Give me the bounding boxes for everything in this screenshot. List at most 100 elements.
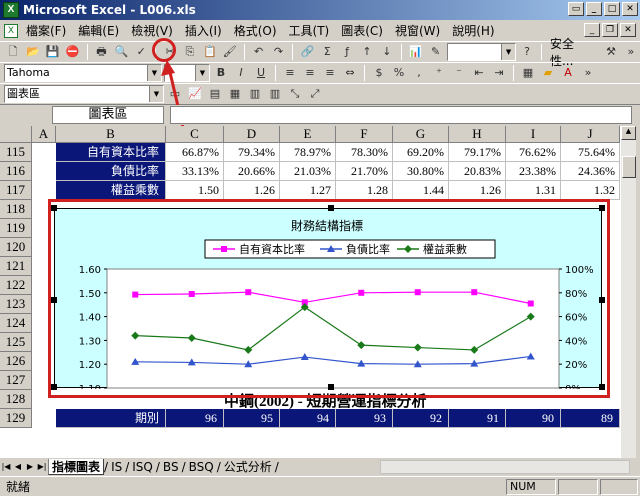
selection-handle[interactable] bbox=[51, 384, 57, 390]
by-column-icon[interactable]: ▥ bbox=[266, 85, 284, 103]
data-cell[interactable]: 1.26 bbox=[224, 181, 280, 200]
row-header[interactable]: 121 bbox=[0, 257, 32, 276]
data-cell[interactable]: 78.97% bbox=[280, 143, 336, 162]
function-icon[interactable]: ƒ bbox=[338, 43, 356, 61]
column-header[interactable]: J bbox=[561, 126, 620, 143]
decrease-indent-icon[interactable]: ⇤ bbox=[470, 64, 488, 82]
data-cell[interactable]: 1.26 bbox=[449, 181, 506, 200]
data-cell[interactable]: 1.50 bbox=[166, 181, 224, 200]
scroll-up-button[interactable]: ▲ bbox=[621, 126, 636, 140]
data-cell[interactable]: 1.44 bbox=[393, 181, 449, 200]
row-label-cell[interactable]: 權益乘數 bbox=[56, 181, 166, 200]
row-header[interactable]: 117 bbox=[0, 181, 32, 200]
chart-object-combo[interactable]: 圖表區 ▼ bbox=[4, 85, 164, 103]
doc-restore-button[interactable]: ❐ bbox=[602, 23, 618, 37]
menu-help[interactable]: 說明(H) bbox=[446, 22, 500, 39]
row-label-cell[interactable]: 自有資本比率 bbox=[56, 143, 166, 162]
data-cell[interactable]: 78.30% bbox=[336, 143, 393, 162]
row-header[interactable]: 123 bbox=[0, 295, 32, 314]
align-left-icon[interactable]: ≡ bbox=[281, 64, 299, 82]
data-cell[interactable]: 33.13% bbox=[166, 162, 224, 181]
column-header[interactable]: A bbox=[32, 126, 56, 143]
copy-icon[interactable]: ⎘ bbox=[181, 43, 199, 61]
hyperlink-icon[interactable]: 🔗 bbox=[298, 43, 316, 61]
row-label-cell[interactable]: 負債比率 bbox=[56, 162, 166, 181]
help-icon[interactable]: ? bbox=[518, 43, 536, 61]
period-label-cell[interactable]: 期別 bbox=[56, 409, 166, 428]
open-icon[interactable]: 📂 bbox=[24, 43, 42, 61]
data-cell[interactable]: 30.80% bbox=[393, 162, 449, 181]
row-header[interactable]: 118 bbox=[0, 200, 32, 219]
vertical-scrollbar[interactable]: ▲ bbox=[620, 126, 636, 458]
doc-close-button[interactable]: ✕ bbox=[620, 23, 636, 37]
sheet-tab[interactable]: BS bbox=[160, 459, 182, 475]
horizontal-scrollbar[interactable] bbox=[380, 460, 630, 474]
column-header[interactable]: D bbox=[224, 126, 280, 143]
special-window-icon[interactable]: ▭ bbox=[568, 2, 584, 16]
menu-insert[interactable]: 插入(I) bbox=[179, 22, 228, 39]
data-cell[interactable]: 69.20% bbox=[393, 143, 449, 162]
paste-icon[interactable]: 📋 bbox=[201, 43, 219, 61]
data-cell[interactable]: 20.66% bbox=[224, 162, 280, 181]
print-icon[interactable]: 🖶 bbox=[93, 43, 111, 61]
prev-sheet-button[interactable]: ◀ bbox=[12, 460, 24, 474]
data-cell[interactable]: 23.38% bbox=[506, 162, 561, 181]
chart-wizard-icon[interactable]: 📊 bbox=[407, 43, 425, 61]
menu-format[interactable]: 格式(O) bbox=[228, 22, 283, 39]
selection-handle[interactable] bbox=[328, 205, 334, 211]
last-sheet-button[interactable]: ▶| bbox=[36, 460, 48, 474]
sheet-tab[interactable]: 指標圖表 bbox=[48, 459, 105, 475]
data-cell[interactable]: 1.27 bbox=[280, 181, 336, 200]
scroll-thumb[interactable] bbox=[622, 156, 636, 178]
borders-icon[interactable]: ▦ bbox=[519, 64, 537, 82]
column-header[interactable]: F bbox=[336, 126, 393, 143]
italic-button[interactable]: I bbox=[232, 64, 250, 82]
selection-handle[interactable] bbox=[599, 384, 605, 390]
row-header[interactable]: 116 bbox=[0, 162, 32, 181]
data-cell[interactable]: 76.62% bbox=[506, 143, 561, 162]
sort-desc-icon[interactable]: ↓ bbox=[378, 43, 396, 61]
row-header[interactable]: 126 bbox=[0, 352, 32, 371]
row-header[interactable]: 129 bbox=[0, 409, 32, 428]
menu-file[interactable]: 檔案(F) bbox=[20, 22, 72, 39]
select-all-corner[interactable] bbox=[0, 126, 32, 143]
column-header[interactable]: B bbox=[56, 126, 166, 143]
data-cell[interactable]: 21.03% bbox=[280, 162, 336, 181]
period-cell[interactable]: 90 bbox=[506, 409, 561, 428]
name-box[interactable]: 圖表區 bbox=[52, 106, 164, 124]
sheet-tab[interactable]: ISQ bbox=[129, 459, 156, 475]
data-cell[interactable]: 1.28 bbox=[336, 181, 393, 200]
data-table-icon[interactable]: ▦ bbox=[226, 85, 244, 103]
data-cell[interactable]: 1.31 bbox=[506, 181, 561, 200]
menu-tools[interactable]: 工具(T) bbox=[283, 22, 336, 39]
menu-edit[interactable]: 編輯(E) bbox=[72, 22, 125, 39]
column-header[interactable]: E bbox=[280, 126, 336, 143]
zoom-combo[interactable]: ▼ bbox=[446, 43, 517, 61]
format-painter-icon[interactable]: 🖌 bbox=[221, 43, 239, 61]
row-header[interactable]: 119 bbox=[0, 219, 32, 238]
decrease-decimal-icon[interactable]: ⁻ bbox=[450, 64, 468, 82]
data-cell[interactable]: 75.64% bbox=[561, 143, 620, 162]
angle-text-icon[interactable]: ⤡ bbox=[286, 85, 304, 103]
undo-icon[interactable]: ↶ bbox=[250, 43, 268, 61]
data-cell[interactable]: 1.32 bbox=[561, 181, 620, 200]
column-header[interactable]: I bbox=[506, 126, 561, 143]
new-icon[interactable]: 🗋 bbox=[4, 43, 22, 61]
period-cell[interactable]: 94 bbox=[280, 409, 336, 428]
angle-text-icon[interactable]: ⤢ bbox=[306, 85, 324, 103]
permission-icon[interactable]: ⛔ bbox=[64, 43, 82, 61]
sort-asc-icon[interactable]: ↑ bbox=[358, 43, 376, 61]
selection-handle[interactable] bbox=[599, 205, 605, 211]
maximize-button[interactable]: □ bbox=[604, 2, 620, 16]
drawing-icon[interactable]: ✎ bbox=[427, 43, 445, 61]
percent-icon[interactable]: % bbox=[390, 64, 408, 82]
redo-icon[interactable]: ↷ bbox=[270, 43, 288, 61]
increase-indent-icon[interactable]: ⇥ bbox=[490, 64, 508, 82]
by-row-icon[interactable]: ▥ bbox=[246, 85, 264, 103]
data-cell[interactable]: 79.17% bbox=[449, 143, 506, 162]
minimize-button[interactable]: _ bbox=[586, 2, 602, 16]
excel-app-icon[interactable]: X bbox=[3, 2, 19, 18]
autosum-icon[interactable]: Σ bbox=[318, 43, 336, 61]
first-sheet-button[interactable]: |◀ bbox=[0, 460, 12, 474]
sheet-tab[interactable]: BSQ bbox=[186, 459, 217, 475]
